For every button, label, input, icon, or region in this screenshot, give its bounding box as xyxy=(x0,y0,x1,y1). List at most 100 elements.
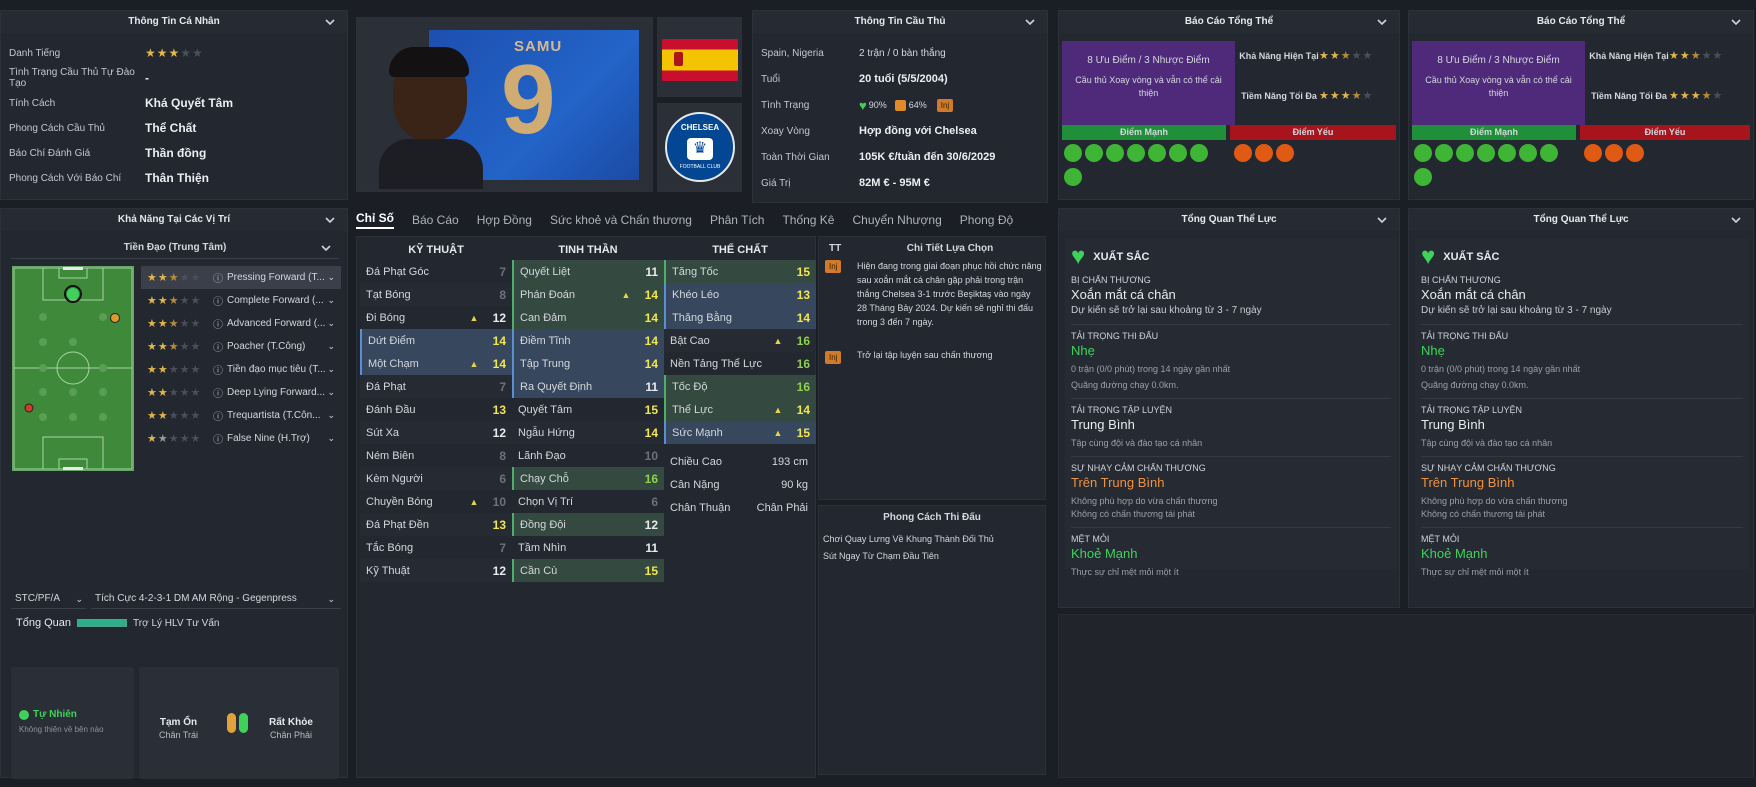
attribute-row[interactable]: Tập Trung 14 xyxy=(512,352,664,375)
attribute-row[interactable]: Đồng Đội 12 xyxy=(512,513,664,536)
attribute-row[interactable]: Dứt Điểm 14 xyxy=(360,329,512,352)
role-row[interactable]: ★★★★★ ⓘ Pressing Forward (T... ⌄ xyxy=(141,266,341,289)
marking-icon[interactable] xyxy=(1605,144,1623,162)
shield-icon[interactable] xyxy=(1169,144,1187,162)
run-icon[interactable] xyxy=(1064,168,1082,186)
attribute-row[interactable]: Sút Xa 12 xyxy=(360,421,512,444)
run-icon[interactable] xyxy=(1414,168,1432,186)
attribute-row[interactable]: Chọn Vị Trí 6 xyxy=(512,490,664,513)
attribute-row[interactable]: Tăng Tốc 15 xyxy=(664,260,816,283)
pace-icon[interactable] xyxy=(1498,144,1516,162)
height-label: Chiều Cao xyxy=(670,455,722,468)
attribute-value: 15 xyxy=(644,402,658,417)
attribute-row[interactable]: Nền Tảng Thể Lực 16 xyxy=(664,352,816,375)
attribute-row[interactable]: Khéo Léo 13 xyxy=(664,283,816,306)
attribute-row[interactable]: Phán Đoán ▲ 14 xyxy=(512,283,664,306)
tab-attributes[interactable]: Chỉ Số xyxy=(356,211,394,229)
dribble-icon[interactable] xyxy=(1106,144,1124,162)
tactic-dropdown[interactable]: Tích Cực 4-2-3-1 DM AM Rộng - Gegenpress… xyxy=(91,589,341,609)
tab-stats[interactable]: Thống Kê xyxy=(782,213,834,227)
chevron-down-icon[interactable] xyxy=(1729,11,1743,33)
chevron-down-icon[interactable] xyxy=(323,11,337,33)
attribute-row[interactable]: Thể Lực ▲ 14 xyxy=(664,398,816,421)
report-summary-box: 8 Ưu Điểm / 3 Nhược Điểm Cầu thủ Xoay vò… xyxy=(1412,41,1585,125)
attribute-value: 14 xyxy=(644,287,658,302)
attribute-row[interactable]: Tạt Bóng 8 xyxy=(360,283,512,306)
chevron-down-icon[interactable] xyxy=(1023,11,1037,33)
assistant-advice[interactable]: Trợ Lý HLV Tư Vấn xyxy=(133,618,219,629)
report-summary: 8 Ưu Điểm / 3 Nhược Điểm xyxy=(1437,55,1560,66)
header-icon[interactable] xyxy=(1477,144,1495,162)
tab-medical[interactable]: Sức khoẻ và Chấn thương xyxy=(550,213,692,227)
attribute-row[interactable]: Tốc Độ 16 xyxy=(664,375,816,398)
dribble-icon[interactable] xyxy=(1456,144,1474,162)
pace-icon[interactable] xyxy=(1148,144,1166,162)
chevron-down-icon[interactable] xyxy=(323,209,337,231)
star-icon[interactable] xyxy=(1414,144,1432,162)
attribute-row[interactable]: Chuyền Bóng ▲ 10 xyxy=(360,490,512,513)
attribute-row[interactable]: Thăng Bằng 14 xyxy=(664,306,816,329)
tab-form[interactable]: Phong Độ xyxy=(960,213,1013,227)
tab-transfer[interactable]: Chuyển Nhượng xyxy=(852,213,941,227)
attribute-value: 6 xyxy=(499,471,506,486)
attribute-row[interactable]: Sức Mạnh ▲ 15 xyxy=(664,421,816,444)
chevron-down-icon[interactable] xyxy=(1729,209,1743,231)
role-stars: ★★★★★ xyxy=(147,387,202,399)
corner-icon[interactable] xyxy=(1626,144,1644,162)
attribute-name: Thể Lực xyxy=(672,403,713,416)
tab-reports[interactable]: Báo Cáo xyxy=(412,213,459,227)
attribute-row[interactable]: Ném Biên 8 xyxy=(360,444,512,467)
role-row[interactable]: ★★★★★ ⓘ Tiền đạo mục tiêu (T... ⌄ xyxy=(141,358,341,381)
caps-value[interactable]: 2 trận / 0 bàn thắng xyxy=(859,48,946,59)
attribute-row[interactable]: Cần Cù 15 xyxy=(512,559,664,582)
tab-contract[interactable]: Hợp Đồng xyxy=(477,213,532,227)
injury-tag[interactable]: Inj xyxy=(825,260,842,273)
role-row[interactable]: ★★★★★ ⓘ Poacher (T.Công) ⌄ xyxy=(141,335,341,358)
injury-tag[interactable]: Inj xyxy=(936,98,954,112)
attribute-row[interactable]: Điềm Tĩnh 14 xyxy=(512,329,664,352)
tackle-icon[interactable] xyxy=(1234,144,1252,162)
boot-icon[interactable] xyxy=(1085,144,1103,162)
position-selector[interactable]: Tiền Đạo (Trung Tâm) xyxy=(11,237,339,259)
role-row[interactable]: ★★★★★ ⓘ Advanced Forward (... ⌄ xyxy=(141,312,341,335)
role-row[interactable]: ★★★★★ ⓘ False Nine (H.Trợ) ⌄ xyxy=(141,427,341,450)
attribute-row[interactable]: Một Chạm ▲ 14 xyxy=(360,352,512,375)
tackle-icon[interactable] xyxy=(1584,144,1602,162)
attribute-row[interactable]: Đá Phạt Góc 7 xyxy=(360,260,512,283)
role-row[interactable]: ★★★★★ ⓘ Trequartista (T.Côn... ⌄ xyxy=(141,404,341,427)
playing-style-title: Phong Cách Thi Đấu xyxy=(883,512,981,523)
role-row[interactable]: ★★★★★ ⓘ Deep Lying Forward... ⌄ xyxy=(141,381,341,404)
attribute-row[interactable]: Đi Bóng ▲ 12 xyxy=(360,306,512,329)
target-icon[interactable] xyxy=(1190,144,1208,162)
attribute-row[interactable]: Đánh Đầu 13 xyxy=(360,398,512,421)
attribute-row[interactable]: Can Đảm 14 xyxy=(512,306,664,329)
marking-icon[interactable] xyxy=(1255,144,1273,162)
header-icon[interactable] xyxy=(1127,144,1145,162)
attribute-row[interactable]: Kỹ Thuật 12 xyxy=(360,559,512,582)
boot-icon[interactable] xyxy=(1435,144,1453,162)
attribute-row[interactable]: Bật Cao ▲ 16 xyxy=(664,329,816,352)
injury-tag[interactable]: Inj xyxy=(825,351,842,364)
tab-analysis[interactable]: Phân Tích xyxy=(710,213,764,227)
star-icon[interactable] xyxy=(1064,144,1082,162)
overall-report-panel-2: Báo Cáo Tổng Thể 8 Ưu Điểm / 3 Nhược Điể… xyxy=(1408,10,1754,200)
attribute-row[interactable]: Ngẫu Hứng 14 xyxy=(512,421,664,444)
chevron-down-icon[interactable] xyxy=(1375,11,1389,33)
chevron-down-icon[interactable] xyxy=(1375,209,1389,231)
attribute-row[interactable]: Chạy Chỗ 16 xyxy=(512,467,664,490)
shield-icon[interactable] xyxy=(1519,144,1537,162)
target-icon[interactable] xyxy=(1540,144,1558,162)
attribute-row[interactable]: Ra Quyết Định 11 xyxy=(512,375,664,398)
attribute-row[interactable]: Kèm Người 6 xyxy=(360,467,512,490)
attribute-row[interactable]: Đá Phạt 7 xyxy=(360,375,512,398)
attribute-row[interactable]: Quyết Liệt 11 xyxy=(512,260,664,283)
role-row[interactable]: ★★★★★ ⓘ Complete Forward (... ⌄ xyxy=(141,289,341,312)
role-code-dropdown[interactable]: STC/PF/A ⌄ xyxy=(11,589,86,609)
contract-value[interactable]: 105K €/tuần đến 30/6/2029 xyxy=(859,151,995,163)
corner-icon[interactable] xyxy=(1276,144,1294,162)
attribute-row[interactable]: Đá Phạt Đền 13 xyxy=(360,513,512,536)
attribute-row[interactable]: Quyết Tâm 15 xyxy=(512,398,664,421)
attribute-row[interactable]: Lãnh Đạo 10 xyxy=(512,444,664,467)
attribute-row[interactable]: Tắc Bóng 7 xyxy=(360,536,512,559)
attribute-row[interactable]: Tầm Nhìn 11 xyxy=(512,536,664,559)
